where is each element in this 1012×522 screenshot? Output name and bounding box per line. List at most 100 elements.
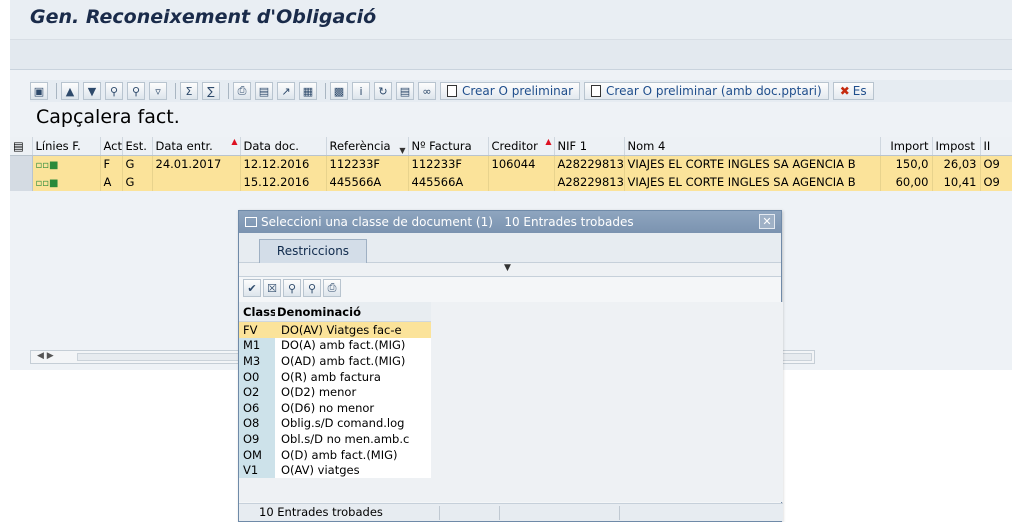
- column-header[interactable]: Data entr. ▲: [152, 137, 241, 156]
- column-header[interactable]: NIF 1: [554, 137, 625, 156]
- row-selector[interactable]: [10, 155, 33, 173]
- sum-icon[interactable]: Σ: [180, 82, 198, 100]
- column-header[interactable]: Data doc.: [240, 137, 327, 156]
- cell-act[interactable]: A: [100, 173, 123, 191]
- window-title: Gen. Reconeixement d'Obligació: [30, 6, 377, 28]
- details-icon[interactable]: ▣: [30, 82, 48, 100]
- tab-restrictions[interactable]: Restriccions: [259, 239, 367, 263]
- collapse-triangle-icon[interactable]: ▼: [504, 263, 511, 273]
- find-icon[interactable]: ⚲: [283, 279, 301, 297]
- row-selector[interactable]: [10, 173, 33, 191]
- scroll-arrows-icon[interactable]: ◀ ▶: [37, 351, 54, 361]
- column-header[interactable]: II: [980, 137, 1012, 156]
- cell-creditor[interactable]: 106044: [488, 155, 555, 173]
- table-row[interactable]: ▫▫■ A G 15.12.2016 445566A 445566A A2822…: [10, 173, 1012, 191]
- header-denomination[interactable]: Denominació: [275, 302, 431, 321]
- column-header[interactable]: Línies F.: [32, 137, 101, 156]
- list-item[interactable]: O8 Oblig.s/D comand.log: [239, 415, 431, 432]
- column-header[interactable]: Act.: [100, 137, 123, 156]
- sort-ascending-icon[interactable]: ▲: [61, 82, 79, 100]
- column-header[interactable]: Creditor ▲: [488, 137, 555, 156]
- list-item[interactable]: O2 O(D2) menor: [239, 384, 431, 400]
- cell-name[interactable]: VIAJES EL CORTE INGLES SA AGENCIA B: [624, 155, 881, 173]
- find-icon[interactable]: ⚲: [105, 82, 123, 100]
- layout-icon[interactable]: ▦: [299, 82, 317, 100]
- cell-invoice[interactable]: 112233F: [408, 155, 489, 173]
- item-name: Obl.s/D no men.amb.c: [275, 431, 431, 447]
- subtotal-icon[interactable]: ∑: [202, 82, 220, 100]
- cell-act[interactable]: F: [100, 155, 123, 173]
- create-preliminary-budget-button[interactable]: Crear O preliminar (amb doc.pptari): [584, 82, 829, 100]
- sort-ascending-icon: ▲: [231, 137, 238, 146]
- cell-tax[interactable]: 26,03: [932, 155, 981, 173]
- print-icon[interactable]: ⎙: [323, 279, 341, 297]
- list-item[interactable]: O9 Obl.s/D no men.amb.c: [239, 431, 431, 447]
- cell-name[interactable]: VIAJES EL CORTE INGLES SA AGENCIA B: [624, 173, 881, 191]
- list-item[interactable]: M3 O(AD) amb fact.(MIG): [239, 353, 431, 369]
- create-preliminary-button[interactable]: Crear O preliminar: [440, 82, 581, 100]
- cell-entry-date[interactable]: 24.01.2017: [152, 155, 241, 173]
- item-name: O(D) amb fact.(MIG): [275, 446, 431, 463]
- item-name: Oblig.s/D comand.log: [275, 415, 431, 432]
- grid-header-row: ▤ Línies F. Act. Est. Data entr. ▲ Data d…: [10, 137, 1012, 156]
- cell-creditor[interactable]: [488, 173, 555, 191]
- cell-invoice[interactable]: 445566A: [408, 173, 489, 191]
- column-header[interactable]: Nº Factura: [408, 137, 489, 156]
- list-item[interactable]: FV DO(AV) Viatges fac-e: [239, 322, 431, 338]
- list-item[interactable]: O0 O(R) amb factura: [239, 368, 431, 385]
- cell-est[interactable]: G: [122, 173, 153, 191]
- find-next-icon[interactable]: ⚲: [127, 82, 145, 100]
- sort-descending-icon[interactable]: ▼: [83, 82, 101, 100]
- column-header[interactable]: Referència ▼: [326, 137, 409, 156]
- export-icon[interactable]: ↗: [277, 82, 295, 100]
- table-row[interactable]: ▫▫■ F G 24.01.2017 12.12.2016 112233F 11…: [10, 155, 1012, 173]
- print-preview-icon[interactable]: ▤: [255, 82, 273, 100]
- cell-ii[interactable]: O9: [980, 173, 1012, 191]
- list-item[interactable]: O6 O(D6) no menor: [239, 399, 431, 416]
- link-icon[interactable]: ∞: [418, 82, 436, 100]
- cell-nif[interactable]: A28229813: [554, 155, 625, 173]
- delete-button[interactable]: ✖ Es: [832, 82, 874, 100]
- close-icon[interactable]: ✕: [759, 214, 775, 229]
- abc-analysis-icon[interactable]: ▤: [396, 82, 414, 100]
- list-item[interactable]: OM O(D) amb fact.(MIG): [239, 446, 431, 463]
- cell-ii[interactable]: O9: [980, 155, 1012, 173]
- sort-descending-icon: ▼: [399, 145, 406, 155]
- column-header[interactable]: Import: [880, 137, 933, 156]
- find-next-icon[interactable]: ⚲: [303, 279, 321, 297]
- cell-reference[interactable]: 112233F: [326, 155, 409, 173]
- dialog-title-bar[interactable]: Seleccioni una classe de document (1) 10…: [239, 211, 781, 233]
- grid-toolbar: ▣ ▲ ▼ ⚲ ⚲ ▿ Σ ∑ ⎙ ▤ ↗ ▦ ▩ i ↻ ▤ ∞ Crear …: [30, 80, 1012, 102]
- document-class-list: Classe Denominació FV DO(AV) Viatges fac-…: [239, 302, 431, 478]
- lines-icon[interactable]: ▫▫■: [32, 173, 101, 191]
- cancel-icon[interactable]: ☒: [263, 279, 281, 297]
- lines-icon[interactable]: ▫▫■: [32, 155, 101, 173]
- cell-nif[interactable]: A28229813: [554, 173, 625, 191]
- restrictions-collapse-bar[interactable]: ▼: [239, 263, 781, 277]
- cell-entry-date[interactable]: [152, 173, 241, 191]
- refresh-icon[interactable]: ↻: [374, 82, 392, 100]
- info-icon[interactable]: i: [352, 82, 370, 100]
- status-divider: [499, 506, 500, 520]
- dialog-toolbar: ✔ ☒ ⚲ ⚲ ⎙: [239, 277, 781, 299]
- confirm-check-icon[interactable]: ✔: [243, 279, 261, 297]
- header-class[interactable]: Classe: [239, 302, 285, 321]
- cell-amount[interactable]: 60,00: [880, 173, 933, 191]
- print-icon[interactable]: ⎙: [233, 82, 251, 100]
- cell-amount[interactable]: 150,0: [880, 155, 933, 173]
- list-item[interactable]: M1 DO(A) amb fact.(MIG): [239, 337, 431, 354]
- column-header[interactable]: Nom 4: [624, 137, 881, 156]
- list-item[interactable]: V1 O(AV) viatges: [239, 462, 431, 478]
- cell-tax[interactable]: 10,41: [932, 173, 981, 191]
- column-header[interactable]: Impost: [932, 137, 981, 156]
- cell-est[interactable]: G: [122, 155, 153, 173]
- select-all-icon[interactable]: ▤: [10, 137, 33, 156]
- cell-doc-date[interactable]: 15.12.2016: [240, 173, 327, 191]
- window-icon: [245, 217, 257, 227]
- create-preliminary-budget-label: Crear O preliminar (amb doc.pptari): [606, 84, 822, 98]
- graphic-icon[interactable]: ▩: [330, 82, 348, 100]
- column-header[interactable]: Est.: [122, 137, 153, 156]
- cell-doc-date[interactable]: 12.12.2016: [240, 155, 327, 173]
- filter-icon[interactable]: ▿: [149, 82, 167, 100]
- cell-reference[interactable]: 445566A: [326, 173, 409, 191]
